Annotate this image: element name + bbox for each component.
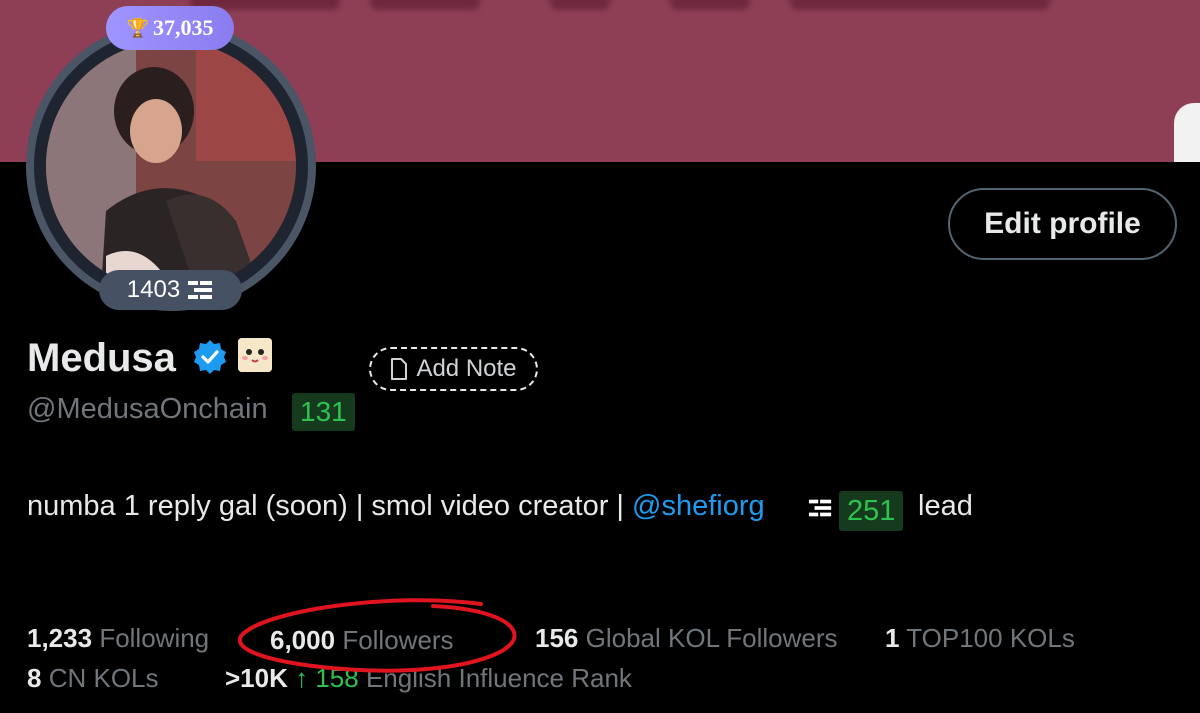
user-handle: @MedusaOnchain [27, 393, 268, 425]
add-note-button[interactable]: Add Note [369, 347, 538, 391]
banner-corner-shape [1174, 103, 1200, 162]
count-badge[interactable]: 1403 [99, 270, 242, 310]
emoji-icon [238, 338, 272, 372]
global-kol-label: Global KOL Followers [585, 623, 838, 653]
banner-art [150, 0, 1150, 10]
top100-stat[interactable]: 1 TOP100 KOLs [885, 623, 1075, 654]
bio-text: numba 1 reply gal (soon) | smol video cr… [27, 490, 633, 522]
following-label: Following [99, 623, 210, 653]
global-kol-count: 156 [535, 623, 579, 653]
handle-score-badge[interactable]: 131 [292, 393, 355, 431]
top100-count: 1 [885, 623, 900, 653]
verified-icon[interactable] [192, 339, 228, 375]
score-value: 37,035 [152, 15, 214, 40]
bio-text-end: lead [918, 490, 973, 522]
cn-kol-stat[interactable]: 8 CN KOLs [27, 663, 159, 694]
following-count: 1,233 [27, 623, 93, 653]
trophy-icon: 🏆 [126, 17, 149, 38]
following-stat[interactable]: 1,233 Following [27, 623, 209, 654]
display-name: Medusa [27, 336, 176, 380]
avatar[interactable] [46, 41, 296, 291]
cn-label: CN KOLs [48, 663, 159, 693]
avatar-photo [46, 41, 296, 291]
bio: numba 1 reply gal (soon) | smol video cr… [27, 490, 765, 523]
score-badge[interactable]: 🏆 37,035 [106, 6, 234, 50]
count-value: 1403 [126, 276, 181, 303]
stack-icon [809, 499, 832, 517]
stack-icon [188, 281, 213, 299]
top100-label: TOP100 KOLs [906, 623, 1075, 653]
avatar-ring[interactable] [26, 21, 316, 311]
bio-mention-link[interactable]: @shefiorg [632, 490, 765, 522]
cn-count: 8 [27, 663, 42, 693]
global-kol-stat[interactable]: 156 Global KOL Followers [535, 623, 838, 654]
note-icon [391, 358, 408, 380]
edit-profile-button[interactable]: Edit profile [948, 188, 1177, 260]
add-note-label: Add Note [416, 355, 517, 382]
mention-score-badge[interactable]: 251 [839, 491, 904, 531]
highlight-circle-annotation [237, 598, 517, 673]
